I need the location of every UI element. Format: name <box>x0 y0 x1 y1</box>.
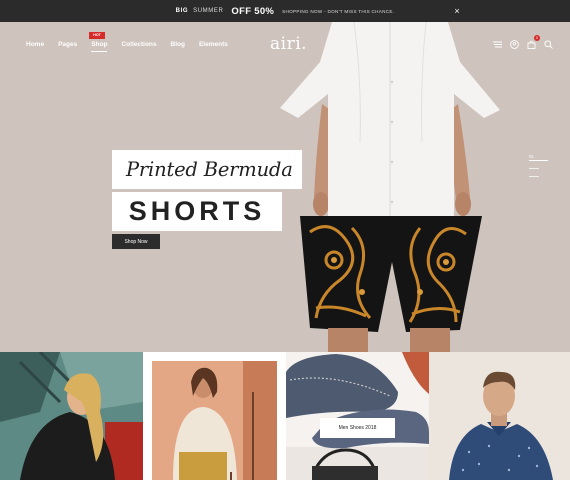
nav-item-home[interactable]: Home <box>26 41 44 48</box>
tile-woman-blazer[interactable] <box>0 352 143 480</box>
promo-off-text: OFF 50% <box>231 5 275 17</box>
nav-item-shop-label: Shop <box>91 41 108 48</box>
search-icon[interactable] <box>544 40 553 49</box>
hero-banner: Home Pages HOT Shop Collections Blog Ele… <box>0 22 570 352</box>
hot-badge: HOT <box>89 32 105 39</box>
woman-blazer-image <box>0 352 143 480</box>
close-icon[interactable]: × <box>452 5 462 17</box>
woman-sweater-image <box>143 352 286 480</box>
slide-dot-1[interactable] <box>529 160 548 161</box>
hamburger-icon[interactable] <box>493 40 502 49</box>
nav-item-collections[interactable]: Collections <box>121 41 156 48</box>
nav-item-pages[interactable]: Pages <box>58 41 77 48</box>
promo-big-text: BIG <box>175 8 189 14</box>
promo-summer-text: SUMMER <box>193 8 224 14</box>
cart-count-badge: 0 <box>534 35 540 41</box>
user-icon[interactable] <box>510 40 519 49</box>
slide-indicator: 01 <box>529 154 549 184</box>
shop-now-button[interactable]: Shop Now <box>112 234 160 249</box>
men-shoes-label[interactable]: Men Shoes 2018 <box>320 418 395 438</box>
main-nav: Home Pages HOT Shop Collections Blog Ele… <box>26 32 228 52</box>
slide-dot-2[interactable] <box>529 168 539 169</box>
tile-woman-sweater[interactable] <box>143 352 286 480</box>
slide-number: 01 <box>529 154 535 159</box>
tile-man-shirt[interactable] <box>429 352 570 480</box>
hero-headline-line1-box: Printed Bermuda <box>112 150 302 189</box>
nav-item-blog[interactable]: Blog <box>171 41 185 48</box>
tile-men-shoes[interactable] <box>286 352 429 480</box>
bag-icon[interactable]: 0 <box>527 35 540 49</box>
promo-message: SHOPPING NOW - DON'T MISS THIS CHANCE. <box>282 8 395 14</box>
nav-item-shop[interactable]: HOT Shop <box>89 32 108 52</box>
promo-bar: BIG SUMMER OFF 50% SHOPPING NOW - DON'T … <box>0 0 570 22</box>
slide-dot-3[interactable] <box>529 176 539 177</box>
site-logo[interactable]: airi. <box>270 34 307 54</box>
man-shirt-image <box>429 352 570 480</box>
hero-headline-line2-box: SHORTS <box>112 192 282 231</box>
hero-headline-line2: SHORTS <box>128 196 266 226</box>
header-icons: 0 <box>493 35 553 49</box>
hero-headline-line1: Printed Bermuda <box>126 158 293 181</box>
nav-item-elements[interactable]: Elements <box>199 41 228 48</box>
men-shoes-image <box>286 352 429 480</box>
hero-model-image <box>280 22 500 352</box>
